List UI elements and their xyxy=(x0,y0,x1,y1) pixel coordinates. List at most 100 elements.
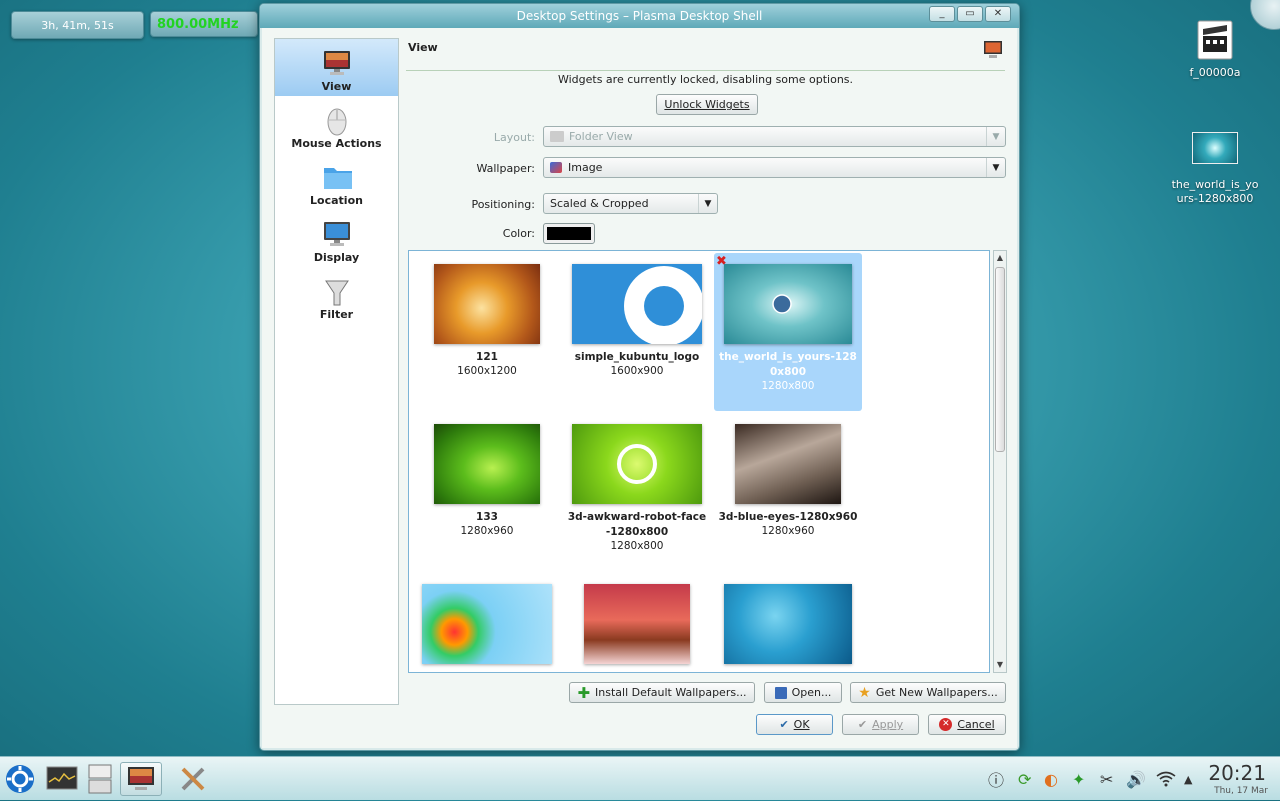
wallpaper-thumbnail xyxy=(434,424,540,504)
scroll-down-icon[interactable]: ▼ xyxy=(994,658,1006,672)
network-manager-icon[interactable]: ✦ xyxy=(1072,757,1085,801)
wallpaper-name: 121 xyxy=(476,351,498,363)
klipper-icon[interactable]: ◐ xyxy=(1044,757,1058,801)
nav-item-filter[interactable]: Filter xyxy=(275,267,398,324)
color-swatch xyxy=(547,227,591,240)
wallpaper-tile[interactable]: 3d-awkward-robot-face-1280x800 1280x800 xyxy=(563,413,711,571)
nav-item-label: Display xyxy=(313,251,360,264)
close-button[interactable]: ✕ xyxy=(985,6,1011,22)
wallpaper-tile[interactable]: simple_kubuntu_logo 1600x900 xyxy=(563,253,711,411)
layout-combo: Folder View ▼ xyxy=(543,126,1006,147)
install-default-wallpapers-button[interactable]: ✚ Install Default Wallpapers... xyxy=(569,682,755,703)
chevron-down-icon: ▼ xyxy=(698,194,717,213)
cancel-icon: ✕ xyxy=(939,718,953,731)
volume-icon[interactable]: 🔊 xyxy=(1126,757,1146,801)
unlock-widgets-button[interactable]: Unlock Widgets xyxy=(656,94,758,115)
wifi-icon[interactable] xyxy=(1156,757,1176,801)
pager-icon[interactable] xyxy=(82,762,118,796)
wallpaper-thumbnail xyxy=(422,584,552,664)
funnel-icon xyxy=(323,278,351,306)
positioning-combo[interactable]: Scaled & Cropped ▼ xyxy=(543,193,718,214)
wallpaper-tile[interactable] xyxy=(413,573,561,672)
nav-item-view[interactable]: View xyxy=(275,39,398,96)
folder-icon xyxy=(323,164,352,190)
desktop-icon-label: the_world_is_yours-1280x800 xyxy=(1171,178,1259,205)
nav-item-mouse-actions[interactable]: Mouse Actions xyxy=(275,96,398,153)
wallpaper-thumbnail xyxy=(735,424,841,504)
wallpaper-tile[interactable]: 121 1600x1200 xyxy=(413,253,561,411)
ok-button[interactable]: ✔ OK xyxy=(756,714,833,735)
system-settings-icon[interactable] xyxy=(172,762,214,796)
desktop-icon-the-world-is-yours[interactable]: the_world_is_yours-1280x800 xyxy=(1160,132,1270,206)
plus-icon: ✚ xyxy=(577,683,591,702)
cancel-button[interactable]: ✕ Cancel xyxy=(928,714,1006,735)
header-separator xyxy=(406,70,1005,71)
taskbar-desktop-settings[interactable] xyxy=(120,762,162,796)
wallpaper-thumbnail xyxy=(724,264,852,344)
apply-label: Apply xyxy=(872,718,904,731)
wallpaper-name: the_world_is_yours-1280x800 xyxy=(719,351,857,378)
unlock-widgets-label: Unlock Widgets xyxy=(664,98,750,111)
wallpaper-thumbnail xyxy=(572,264,702,344)
wallpaper-tile[interactable]: 133 1280x960 xyxy=(413,413,561,571)
wallpaper-list-scrollbar[interactable]: ▲ ▼ xyxy=(993,250,1007,673)
save-disk-icon xyxy=(774,686,787,699)
wallpaper-thumbnail xyxy=(572,424,702,504)
nav-item-label: Mouse Actions xyxy=(291,137,382,150)
wallpaper-thumbnail xyxy=(434,264,540,344)
dialog-title: Desktop Settings – Plasma Desktop Shell xyxy=(516,9,763,23)
wallpaper-resolution: 1600x900 xyxy=(610,365,664,377)
nav-item-location[interactable]: Location xyxy=(275,153,398,210)
widgets-locked-message: Widgets are currently locked, disabling … xyxy=(557,73,854,86)
wallpaper-tile[interactable] xyxy=(563,573,711,672)
clock-date: Thu, 17 Mar xyxy=(1214,786,1268,796)
color-label: Color: xyxy=(502,227,535,240)
wallpaper-list[interactable]: 121 1600x1200 simple_kubuntu_logo 1600x9… xyxy=(408,250,990,673)
dialog-titlebar[interactable]: Desktop Settings – Plasma Desktop Shell … xyxy=(260,4,1019,28)
star-icon: ★ xyxy=(858,684,871,701)
chevron-down-icon: ▼ xyxy=(986,158,1005,177)
clock-time[interactable]: 20:21 xyxy=(1208,761,1266,785)
uptime-text: 3h, 41m, 51s xyxy=(41,18,114,32)
wallpaper-tile[interactable]: 3d-blue-eyes-1280x960 1280x960 xyxy=(714,413,862,571)
cpu-frequency-text: 800.00MHz xyxy=(157,16,239,32)
scroll-up-icon[interactable]: ▲ xyxy=(994,251,1006,265)
mouse-icon xyxy=(323,107,351,136)
system-monitor-icon[interactable] xyxy=(44,762,80,796)
nav-item-label: Filter xyxy=(319,308,354,321)
wallpaper-tile-selected[interactable]: ✖ the_world_is_yours-1280x800 1280x800 xyxy=(714,253,862,411)
tray-expand-icon[interactable]: ▲ xyxy=(1184,757,1192,801)
scrollbar-thumb[interactable] xyxy=(995,267,1005,452)
desktop-settings-dialog: Desktop Settings – Plasma Desktop Shell … xyxy=(259,3,1020,751)
desktop-icon-f_00000a[interactable]: f_00000a xyxy=(1160,20,1270,79)
apply-button[interactable]: ✔ Apply xyxy=(842,714,919,735)
kde-menu-icon[interactable] xyxy=(2,762,38,796)
color-picker-button[interactable] xyxy=(543,223,595,244)
wallpaper-tile[interactable] xyxy=(714,573,862,672)
open-label: Open... xyxy=(791,686,832,699)
cpu-frequency-widget[interactable]: 800.00MHz xyxy=(150,11,258,37)
get-new-wallpapers-button[interactable]: ★ Get New Wallpapers... xyxy=(850,682,1006,703)
uptime-widget[interactable]: 3h, 41m, 51s xyxy=(11,11,144,39)
ok-label: OK xyxy=(793,718,810,731)
wallpaper-label: Wallpaper: xyxy=(476,162,535,175)
positioning-value: Scaled & Cropped xyxy=(550,197,649,210)
notifications-icon[interactable]: ⓘ xyxy=(988,757,1004,801)
nav-item-display[interactable]: Display xyxy=(275,210,398,267)
install-default-wallpapers-label: Install Default Wallpapers... xyxy=(595,686,747,699)
minimize-button[interactable]: _ xyxy=(929,6,955,22)
wallpaper-combo[interactable]: Image ▼ xyxy=(543,157,1006,178)
nav-item-label: Location xyxy=(310,194,363,207)
open-button[interactable]: Open... xyxy=(764,682,842,703)
display-icon xyxy=(323,221,351,247)
wallpaper-resolution: 1280x960 xyxy=(761,525,815,537)
wallpaper-value: Image xyxy=(568,161,603,174)
scissors-icon[interactable]: ✂ xyxy=(1100,757,1113,801)
update-notifier-icon[interactable]: ⟳ xyxy=(1018,757,1031,801)
desktop-icon-label: f_00000a xyxy=(1189,66,1241,79)
video-file-icon xyxy=(1197,20,1233,60)
chevron-down-icon: ▼ xyxy=(986,127,1005,146)
page-title: View xyxy=(408,41,438,54)
maximize-button[interactable]: ▭ xyxy=(957,6,983,22)
monitor-icon xyxy=(323,50,351,76)
